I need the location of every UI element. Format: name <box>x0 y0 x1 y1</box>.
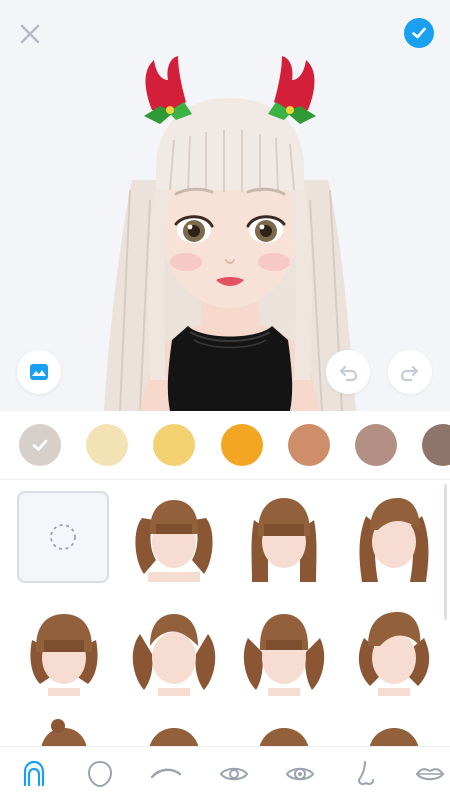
tab-lips[interactable] <box>412 755 448 793</box>
tab-eyebrow[interactable] <box>146 755 186 793</box>
image-icon <box>30 364 48 380</box>
color-swatch[interactable] <box>153 424 195 466</box>
dashed-circle-icon <box>50 524 76 550</box>
tab-hair[interactable] <box>14 755 54 793</box>
hair-icon <box>23 760 45 787</box>
hair-option-twin-tails-bangs[interactable] <box>238 604 330 696</box>
eyebrow-icon <box>150 768 182 779</box>
undo-arrow-icon <box>339 365 358 382</box>
eye-pupil-icon <box>285 767 315 781</box>
avatar-figure <box>104 56 356 411</box>
checkmark-icon <box>412 27 426 39</box>
hair-option-long-straight-bangs[interactable] <box>238 490 330 582</box>
close-button[interactable] <box>16 20 44 48</box>
category-tab-bar <box>0 746 450 801</box>
hair-style-grid <box>0 480 450 746</box>
checkmark-icon <box>32 439 48 451</box>
color-swatch[interactable] <box>221 424 263 466</box>
color-swatch-selected[interactable] <box>19 424 61 466</box>
color-swatch[interactable] <box>422 424 450 466</box>
hair-option[interactable] <box>128 718 220 746</box>
redo-arrow-icon <box>400 365 419 382</box>
confirm-button[interactable] <box>404 18 434 48</box>
face-shape-icon <box>87 760 113 788</box>
tab-nose[interactable] <box>346 755 386 793</box>
lips-icon <box>415 768 445 781</box>
hair-option-long-side-part[interactable] <box>348 490 440 582</box>
redo-button[interactable] <box>388 350 432 394</box>
hair-option[interactable] <box>348 718 440 746</box>
eye-icon <box>219 767 249 781</box>
tab-face-shape[interactable] <box>80 755 120 793</box>
tab-pupils[interactable] <box>280 755 320 793</box>
close-icon <box>20 24 40 44</box>
color-swatch[interactable] <box>288 424 330 466</box>
hair-option-short-wavy-side[interactable] <box>348 604 440 696</box>
hair-option[interactable] <box>18 718 110 746</box>
hair-option-bob-bangs[interactable] <box>18 604 110 696</box>
undo-button[interactable] <box>326 350 370 394</box>
hair-color-row <box>0 411 450 480</box>
avatar-preview <box>0 0 450 411</box>
background-button[interactable] <box>17 350 61 394</box>
hair-option[interactable] <box>238 718 330 746</box>
nose-icon <box>357 761 374 785</box>
color-swatch[interactable] <box>355 424 397 466</box>
hair-option-twin-tails-curly[interactable] <box>128 604 220 696</box>
color-swatch[interactable] <box>86 424 128 466</box>
hair-option-none[interactable] <box>17 491 109 583</box>
hair-option-pigtails-bangs[interactable] <box>128 490 220 582</box>
grid-scrollbar[interactable] <box>444 484 447 620</box>
tab-eyes[interactable] <box>214 755 254 793</box>
